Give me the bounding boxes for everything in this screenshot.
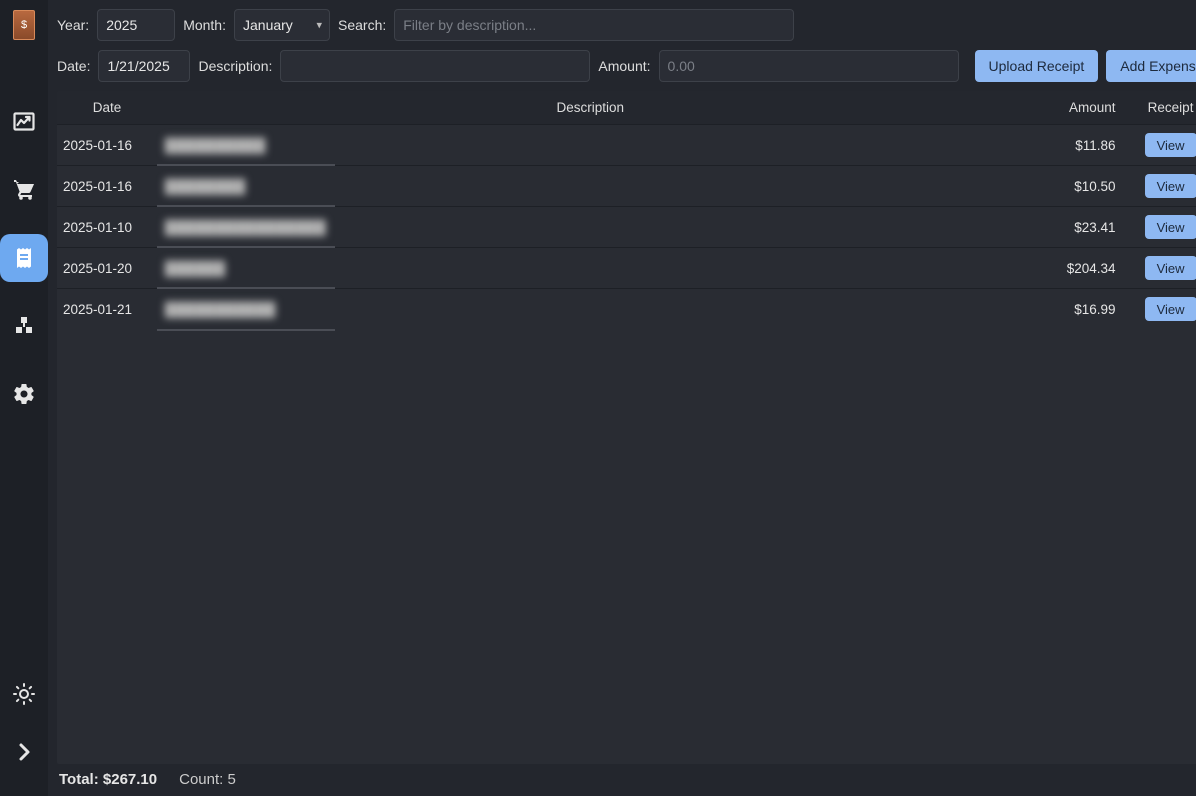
chevron-right-icon[interactable]: [8, 736, 40, 768]
header-description[interactable]: Description: [157, 91, 1024, 125]
header-date[interactable]: Date: [57, 91, 157, 125]
search-input[interactable]: [394, 9, 794, 41]
table-row[interactable]: 2025-01-16████████$10.50 View: [57, 166, 1196, 207]
expense-table: Date Description Amount Receipt 2025-01-…: [57, 91, 1196, 330]
amount-input[interactable]: [659, 50, 959, 82]
gear-icon[interactable]: [0, 370, 48, 418]
table-row[interactable]: 2025-01-16██████████$11.86 View: [57, 125, 1196, 166]
cell-amount: $16.99: [1024, 289, 1124, 330]
cell-date: 2025-01-20: [57, 248, 157, 289]
header-receipt[interactable]: Receipt: [1124, 91, 1196, 125]
filter-row: Year: Month: January Search:: [57, 9, 1196, 41]
view-receipt-button[interactable]: View: [1145, 174, 1196, 198]
date-label: Date:: [57, 58, 90, 74]
cell-amount: $10.50: [1024, 166, 1124, 207]
view-receipt-button[interactable]: View: [1145, 297, 1196, 321]
footer: Total: $267.10 Count: 5: [57, 764, 1196, 796]
month-select[interactable]: January: [234, 9, 330, 41]
cell-date: 2025-01-16: [57, 125, 157, 166]
cell-description: ██████████: [157, 125, 1024, 166]
view-receipt-button[interactable]: View: [1145, 215, 1196, 239]
search-label: Search:: [338, 17, 386, 33]
month-label: Month:: [183, 17, 226, 33]
cell-description: ████████: [157, 166, 1024, 207]
main-content: Year: Month: January Search: Date: Descr…: [48, 0, 1196, 796]
upload-receipt-button[interactable]: Upload Receipt: [975, 50, 1099, 82]
sidebar: [0, 0, 48, 796]
cell-description: ██████: [157, 248, 1024, 289]
table-row[interactable]: 2025-01-10████████████████$23.41 View: [57, 207, 1196, 248]
cart-icon[interactable]: [0, 166, 48, 214]
table-row[interactable]: 2025-01-21███████████$16.99 View: [57, 289, 1196, 330]
view-receipt-button[interactable]: View: [1145, 133, 1196, 157]
table-row[interactable]: 2025-01-20██████$204.34 View: [57, 248, 1196, 289]
count-display: Count: 5: [179, 771, 236, 788]
year-input[interactable]: [97, 9, 175, 41]
amount-label: Amount:: [598, 58, 650, 74]
sun-icon[interactable]: [8, 678, 40, 710]
header-amount[interactable]: Amount: [1024, 91, 1124, 125]
cell-date: 2025-01-10: [57, 207, 157, 248]
cell-amount: $23.41: [1024, 207, 1124, 248]
cell-amount: $204.34: [1024, 248, 1124, 289]
add-expense-button[interactable]: Add Expense: [1106, 50, 1196, 82]
date-input[interactable]: [98, 50, 190, 82]
receipt-icon[interactable]: [0, 234, 48, 282]
total-display: Total: $267.10: [59, 771, 157, 788]
cell-description: ████████████████: [157, 207, 1024, 248]
year-label: Year:: [57, 17, 89, 33]
cell-date: 2025-01-21: [57, 289, 157, 330]
app-logo: [13, 10, 35, 40]
view-receipt-button[interactable]: View: [1145, 256, 1196, 280]
expense-table-wrap: Date Description Amount Receipt 2025-01-…: [57, 91, 1196, 764]
analytics-icon[interactable]: [0, 98, 48, 146]
add-row: Date: Description: Amount: Upload Receip…: [57, 50, 1196, 82]
description-input[interactable]: [280, 50, 590, 82]
cell-date: 2025-01-16: [57, 166, 157, 207]
description-label: Description:: [198, 58, 272, 74]
cell-amount: $11.86: [1024, 125, 1124, 166]
inventory-icon[interactable]: [0, 302, 48, 350]
cell-description: ███████████: [157, 289, 1024, 330]
